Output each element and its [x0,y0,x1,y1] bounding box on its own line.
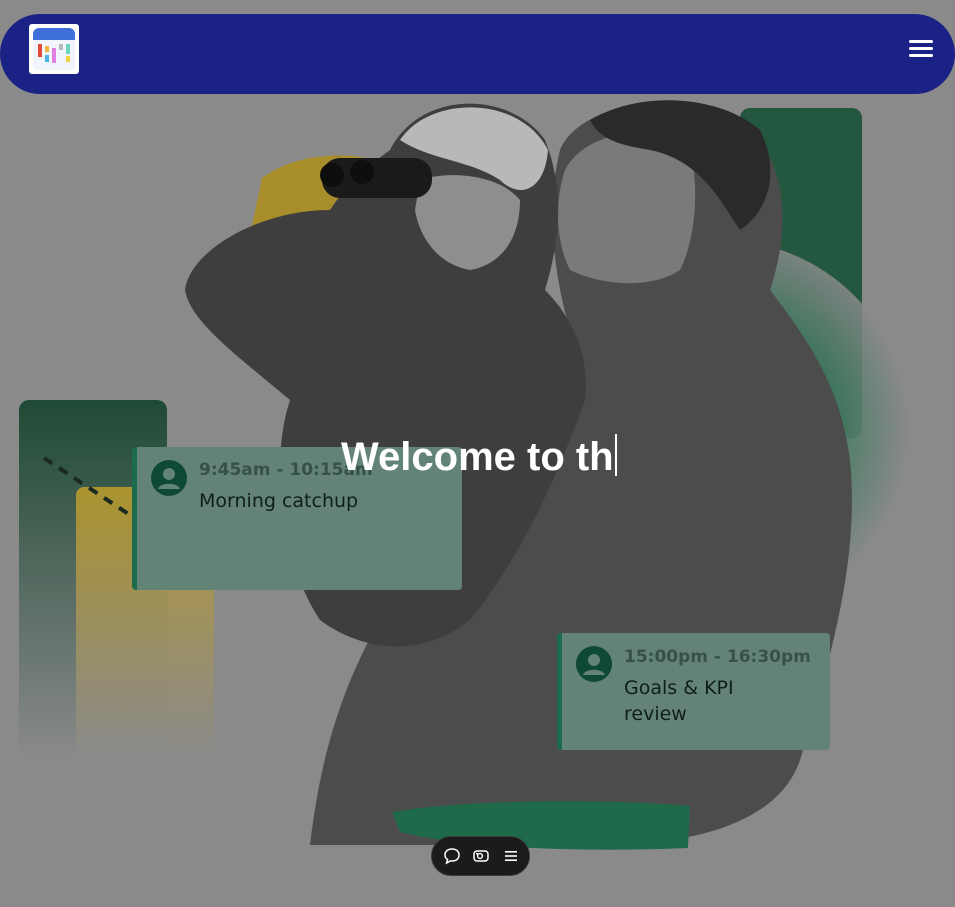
calendar-app-logo[interactable] [29,24,79,74]
event-title-line2: review [624,703,687,725]
camera-toggle-icon[interactable] [472,847,490,865]
user-avatar-icon [576,646,612,682]
hamburger-menu-icon[interactable] [909,40,933,60]
event-title: Morning catchup [199,490,359,512]
user-avatar-icon [151,460,187,496]
event-time: 15:00pm - 16:30pm [624,647,811,667]
event-card-goals-kpi-review: 15:00pm - 16:30pm Goals & KPI review [557,633,830,750]
floating-toolbar [431,836,530,876]
hero-headline-text: Welcome to th [341,435,614,479]
list-menu-icon[interactable] [502,847,520,865]
chat-bubble-icon[interactable] [443,847,461,865]
text-caret [614,434,617,476]
top-navbar [0,14,955,94]
hero-headline: Welcome to th [341,434,617,480]
event-title-line1: Goals & KPI [624,677,734,699]
